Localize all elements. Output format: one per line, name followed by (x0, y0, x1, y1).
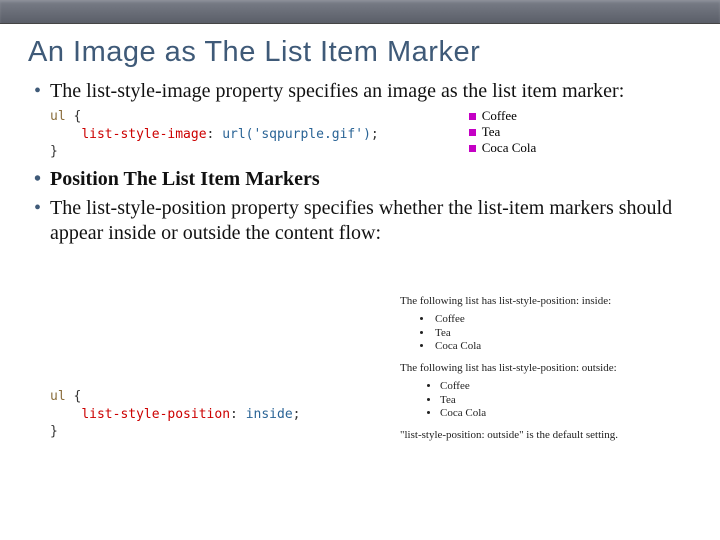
code-property: list-style-position (81, 407, 230, 422)
code-colon: : (207, 127, 223, 142)
code-semi: ; (293, 407, 301, 422)
window-title-bar (0, 0, 720, 24)
default-note: "list-style-position: outside" is the de… (400, 429, 700, 443)
list-item: Tea (420, 327, 700, 341)
bullet-list: The list-style-image property specifies … (28, 79, 692, 104)
list-item: Coffee (469, 108, 537, 124)
code-block-image: ul { list-style-image: url('sqpurple.gif… (50, 108, 379, 161)
outside-list: Coffee Tea Coca Cola (400, 380, 700, 421)
list-item-label: Tea (482, 124, 501, 140)
code-selector: ul (50, 109, 66, 124)
position-example-block: The following list has list-style-positi… (400, 295, 700, 443)
list-item-label: Coca Cola (482, 140, 537, 156)
inside-list: Coffee Tea Coca Cola (400, 313, 700, 354)
list-item-label: Coffee (482, 108, 517, 124)
code-brace-close: } (50, 424, 58, 439)
caption-inside: The following list has list-style-positi… (400, 295, 700, 309)
bullet-item-heading: Position The List Item Markers (34, 167, 692, 192)
code-selector: ul (50, 389, 66, 404)
code-block-position: ul { list-style-position: inside; } (50, 388, 300, 441)
list-item: Tea (469, 124, 537, 140)
list-item: Coffee (420, 313, 700, 327)
code-brace: { (66, 389, 82, 404)
code-and-example-row: ul { list-style-image: url('sqpurple.gif… (50, 108, 692, 161)
code-property: list-style-image (81, 127, 206, 142)
slide-content: An Image as The List Item Marker The lis… (0, 24, 720, 246)
square-marker-icon (469, 129, 476, 136)
code-indent (50, 407, 81, 422)
square-marker-icon (469, 113, 476, 120)
bullet-item: The list-style-position property specifi… (34, 196, 692, 246)
caption-outside: The following list has list-style-positi… (400, 362, 700, 376)
bullet-list: Position The List Item Markers The list-… (28, 167, 692, 246)
list-item: Coca Cola (420, 340, 700, 354)
code-semi: ; (371, 127, 379, 142)
list-item: Coca Cola (440, 407, 700, 421)
image-marker-example: Coffee Tea Coca Cola (469, 108, 537, 156)
code-value: url('sqpurple.gif') (222, 127, 371, 142)
code-block-position-wrap: ul { list-style-position: inside; } (50, 388, 300, 441)
code-brace-close: } (50, 144, 58, 159)
code-colon: : (230, 407, 246, 422)
code-indent (50, 127, 81, 142)
code-brace: { (66, 109, 82, 124)
list-item: Coffee (440, 380, 700, 394)
square-marker-icon (469, 145, 476, 152)
list-item: Tea (440, 394, 700, 408)
bullet-item: The list-style-image property specifies … (34, 79, 692, 104)
list-item: Coca Cola (469, 140, 537, 156)
slide-title: An Image as The List Item Marker (28, 36, 692, 69)
code-value: inside (246, 407, 293, 422)
